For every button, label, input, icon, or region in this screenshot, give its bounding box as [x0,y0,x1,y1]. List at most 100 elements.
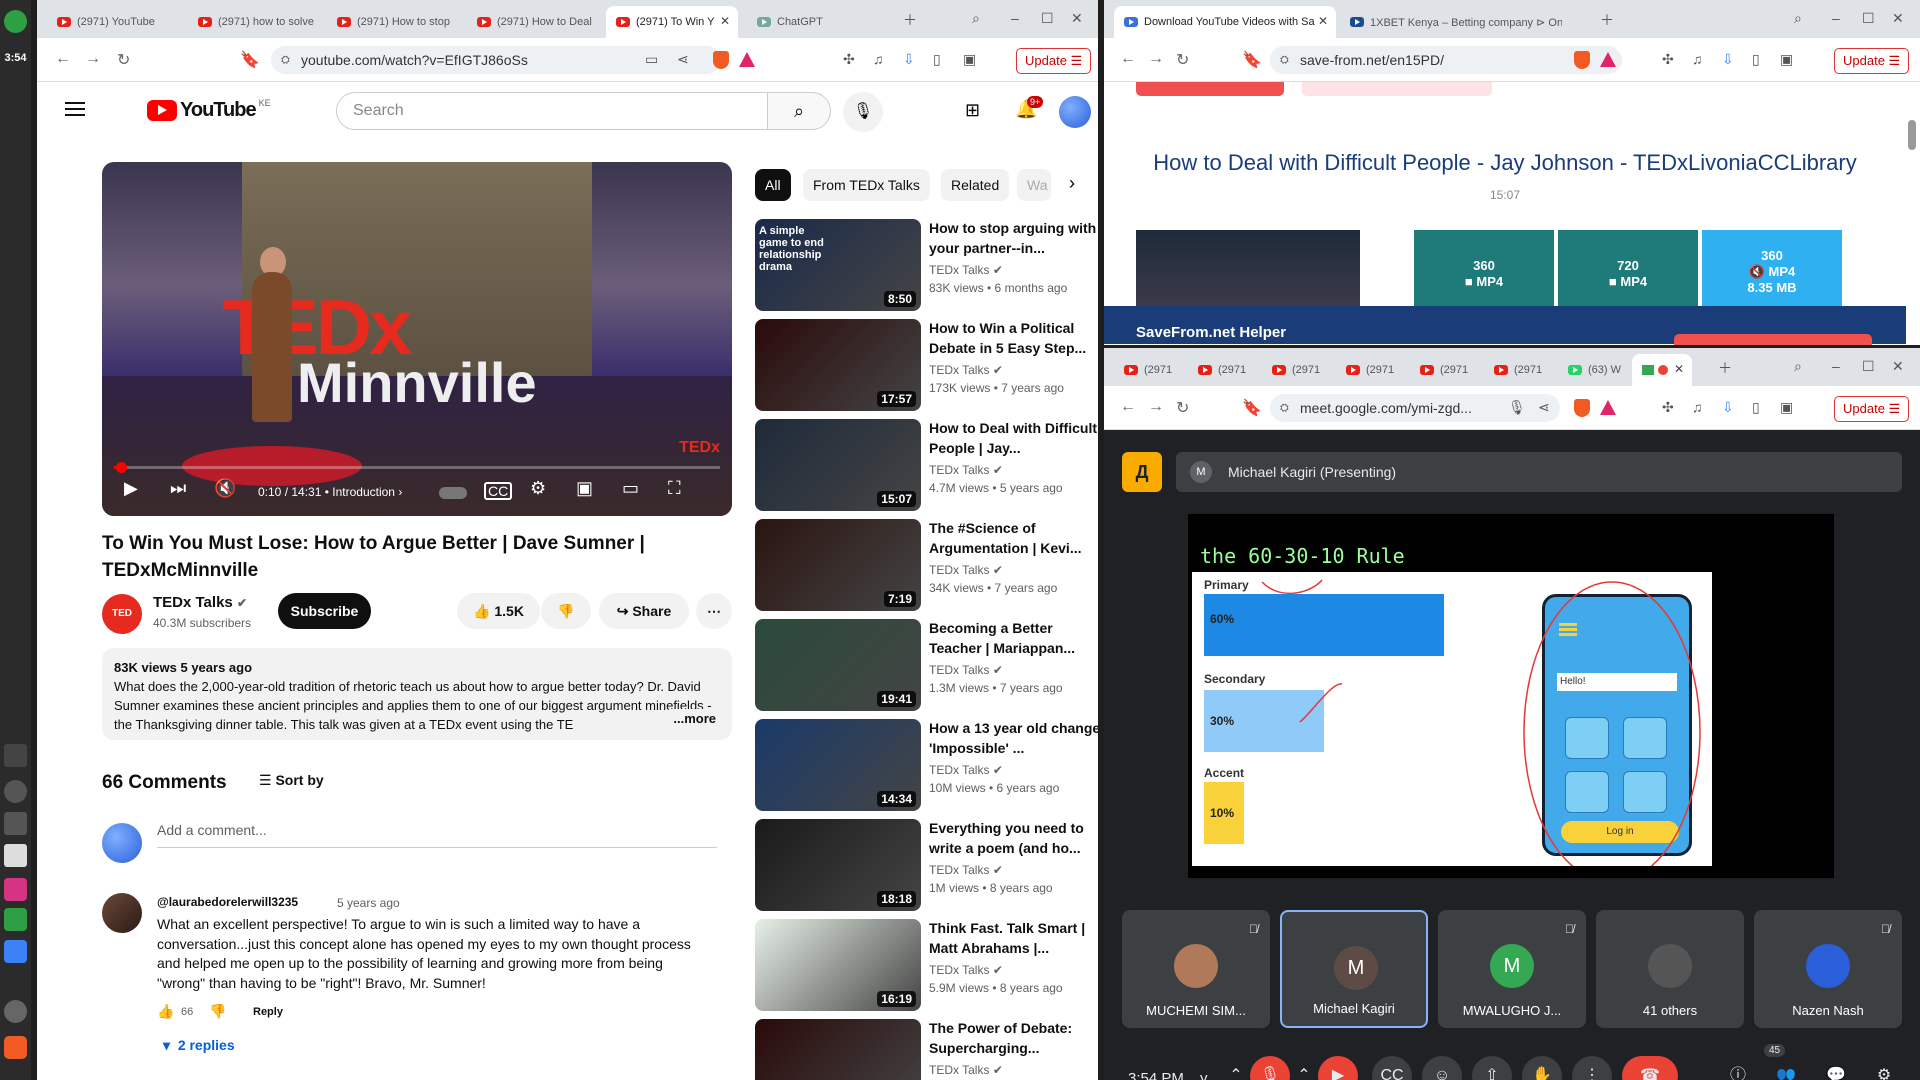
present-screen-button[interactable]: ⇧ [1472,1056,1512,1080]
subscribe-button[interactable]: Subscribe [278,593,371,629]
microphone-off-button[interactable]: 🎙 [1250,1056,1290,1080]
create-video-icon[interactable]: ⊞ [965,100,980,121]
download-icon[interactable]: ⇩ [903,51,915,68]
recommendation-channel[interactable]: TEDx Talks ✔ [929,863,1003,877]
maximize-icon[interactable]: ☐ [1862,10,1875,27]
recommendation-item[interactable]: 19:41 Becoming a Better Teacher | Mariapp… [755,619,1098,711]
back-icon[interactable]: ← [1120,398,1136,416]
recommendation-thumbnail[interactable]: 16:19 [755,919,921,1011]
bookmark-icon[interactable]: 🔖 [240,50,260,70]
sort-by-button[interactable]: ☰ Sort by [259,772,324,789]
brave-rewards-icon[interactable] [1600,52,1616,67]
comment-time[interactable]: 5 years ago [337,896,400,910]
meet-window-tab[interactable]: (63) W [1558,354,1628,386]
recommendation-item[interactable]: 18:18 Everything you need to write a poem… [755,819,1098,911]
minimize-icon[interactable]: – [1011,10,1019,26]
meet-window-tab[interactable]: (2971 [1336,354,1406,386]
voice-search-icon[interactable]: 🎙 [843,92,883,132]
people-icon[interactable]: 👥 [1766,1056,1806,1080]
tab-search-icon[interactable]: ⌕ [1794,10,1802,27]
recommendation-item[interactable]: 17:57 How to Win a Political Debate in 5 … [755,319,1098,411]
more-actions-button[interactable]: ⋯ [696,593,732,629]
maximize-icon[interactable]: ☐ [1041,10,1054,27]
wifi-icon[interactable] [4,780,27,803]
audio-options-icon[interactable]: ⌃ [1226,1056,1246,1080]
download-360-mp4-button[interactable]: 360 ■ MP4 [1414,230,1554,308]
brave-shields-icon[interactable] [1574,399,1590,417]
tab-meet-active[interactable]: ✕ [1632,354,1692,386]
channel-name[interactable]: TEDx Talks ✔ [153,594,247,611]
update-button[interactable]: Update ☰ [1016,48,1092,74]
share-icon[interactable]: ⋖ [677,51,689,68]
meet-window-tab[interactable]: (2971 [1484,354,1554,386]
meet-activities-icon[interactable]: Д [1122,452,1162,492]
recommendation-channel[interactable]: TEDx Talks ✔ [929,963,1003,977]
forward-icon[interactable]: → [1148,50,1164,68]
download-360-mp4-audio-button[interactable]: 360 🔇 MP4 8.35 MB [1702,230,1842,308]
recommendation-title[interactable]: How to stop arguing with your partner--i… [929,219,1098,258]
close-window-icon[interactable]: ✕ [1892,358,1904,375]
more-options-button[interactable]: ⋮ [1572,1056,1612,1080]
recommendation-thumbnail[interactable]: 7:19 [755,519,921,611]
add-comment-input[interactable]: Add a comment... [157,822,717,848]
chip-related[interactable]: Related [941,169,1010,201]
recommendation-channel[interactable]: TEDx Talks ✔ [929,263,1003,277]
recommendation-item[interactable]: 7:19 The #Science of Argumentation | Kevi… [755,519,1098,611]
meet-window-tab[interactable]: (2971 [1410,354,1480,386]
download-icon[interactable]: ⇩ [1722,399,1734,416]
video-player[interactable]: TEDx Minnville TEDx ▶ ⏭ 🔇 0:10 / 14:31 •… [102,162,732,516]
reply-button[interactable]: Reply [253,1006,283,1018]
view-replies-button[interactable]: ▾ 2 replies [163,1037,235,1054]
minimize-icon[interactable]: – [1832,358,1840,374]
recommendation-channel[interactable]: TEDx Talks ✔ [929,463,1003,477]
camera-off-button[interactable]: ▶ [1318,1056,1358,1080]
chip-all[interactable]: All [755,169,791,201]
captions-icon[interactable]: CC [484,482,513,500]
raise-hand-button[interactable]: ✋ [1522,1056,1562,1080]
forward-icon[interactable]: → [85,50,101,68]
update-button[interactable]: Update ☰ [1834,48,1910,74]
participant-tile[interactable]: M 🎙̸ MWALUGHO J... [1438,910,1586,1028]
recommendation-channel[interactable]: TEDx Talks ✔ [929,363,1003,377]
captions-button[interactable]: CC [1372,1056,1412,1080]
recommendation-thumbnail[interactable]: A simple game to end relationship drama 8… [755,219,921,311]
theater-mode-icon[interactable]: ▭ [622,478,639,499]
sidebar-icon[interactable]: ▯ [1752,399,1760,416]
tab-search-icon[interactable]: ⌕ [972,10,980,27]
search-button[interactable]: ⌕ [767,92,831,130]
media-icon[interactable]: ♫ [1692,399,1703,415]
extensions-icon[interactable]: ✣ [843,51,855,68]
recommendation-channel[interactable]: TEDx Talks ✔ [929,563,1003,577]
tab-2[interactable]: (2971) How to stop [327,6,459,38]
launcher-icon[interactable] [4,10,27,33]
extensions-icon[interactable]: ✣ [1662,399,1674,416]
recommendation-channel[interactable]: TEDx Talks ✔ [929,763,1003,777]
progress-scrubber[interactable] [115,462,127,473]
recommendation-thumbnail[interactable]: 19:41 [755,619,921,711]
participant-tile[interactable]: 🎙̸ Nazen Nash [1754,910,1902,1028]
emoji-reaction-button[interactable]: ☺ [1422,1056,1462,1080]
tab-5[interactable]: ChatGPT [747,6,879,38]
recommendation-thumbnail[interactable]: 17:57 [755,319,921,411]
brave-rewards-icon[interactable] [739,52,755,67]
update-button[interactable]: Update ☰ [1834,396,1910,422]
video-options-icon[interactable]: ⌃ [1294,1056,1314,1080]
channel-avatar[interactable]: TED [102,594,142,634]
sidebar-icon[interactable]: ▯ [933,51,941,68]
recommendation-item[interactable]: 16:19 Think Fast. Talk Smart | Matt Abrah… [755,919,1098,1011]
hamburger-menu-icon[interactable] [65,102,85,116]
recommendation-title[interactable]: Becoming a Better Teacher | Mariappan... [929,619,1098,658]
close-window-icon[interactable]: ✕ [1071,10,1083,27]
files-icon[interactable] [4,940,27,963]
bookmark-icon[interactable]: 🔖 [1242,50,1262,70]
back-icon[interactable]: ← [55,50,71,68]
savefrom-scrollbar[interactable] [1908,120,1916,150]
share-button[interactable]: ↪ Share [599,593,689,629]
chip-from-channel[interactable]: From TEDx Talks [803,169,930,201]
volume-icon[interactable] [4,744,27,767]
dislike-button[interactable]: 👎 [541,593,591,629]
close-tab-icon[interactable]: ✕ [1318,14,1328,28]
tab-3[interactable]: (2971) How to Deal [467,6,599,38]
meeting-info-icon[interactable]: ⓘ [1718,1056,1758,1080]
recommendation-title[interactable]: How a 13 year old changed 'Impossible' .… [929,719,1098,758]
